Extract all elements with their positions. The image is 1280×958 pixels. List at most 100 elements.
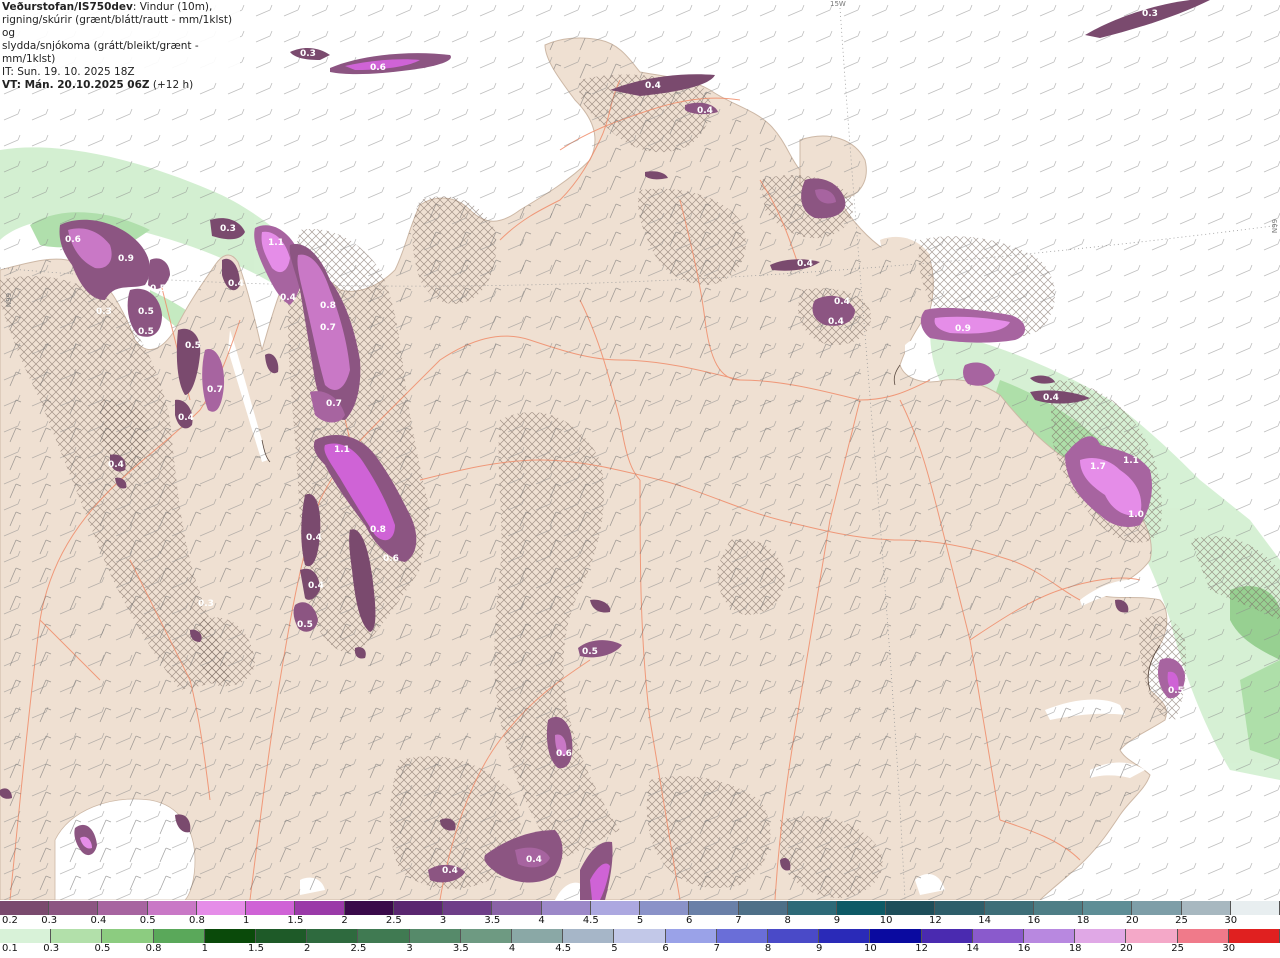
legend-label: 4 bbox=[508, 943, 516, 954]
legend-label: 4 bbox=[538, 915, 545, 926]
precip-label: 0.4 bbox=[697, 106, 713, 116]
legend-label: 6 bbox=[686, 915, 693, 926]
precip-label: 1.0 bbox=[1128, 510, 1144, 520]
precip-label: 0.6 bbox=[383, 554, 399, 564]
legend-swatch bbox=[1024, 929, 1076, 943]
legend-label: 2.5 bbox=[385, 915, 402, 926]
precip-label: 0.4 bbox=[228, 279, 244, 289]
legend-swatch bbox=[307, 929, 359, 943]
precip-label: 0.5 bbox=[150, 284, 166, 294]
legend-swatch bbox=[1083, 901, 1133, 915]
precip-label: 0.4 bbox=[828, 317, 844, 327]
legend-swatch bbox=[640, 901, 690, 915]
snow-legend-labels: 0.2 0.3 0.4 0.5 0.8 1 1.5 2 2.5 3 3.5 4 4.5 5 6 7 8 9 10 12… bbox=[0, 915, 1280, 929]
legend-label: 1 bbox=[242, 915, 250, 926]
legend-label: 0.4 bbox=[90, 915, 107, 926]
legend-label: 0.3 bbox=[41, 915, 58, 926]
legend-swatch bbox=[984, 901, 1034, 915]
legend-swatch bbox=[393, 901, 444, 915]
legend-swatch bbox=[102, 929, 154, 943]
legend-swatch bbox=[716, 929, 769, 943]
legend-label: 0.1 bbox=[2, 943, 18, 954]
legend-label: 30 bbox=[1224, 915, 1238, 926]
legend-swatch bbox=[344, 901, 394, 915]
weather-map: 0.3 0.6 0.3 0.4 0.4 0.3 0.9 0.5 0.5 0.5 … bbox=[0, 0, 1280, 900]
legend-swatch bbox=[921, 929, 973, 943]
legend-label: 7 bbox=[713, 943, 720, 954]
legend-label: 18 bbox=[1076, 915, 1090, 926]
legend-label: 9 bbox=[816, 943, 823, 954]
map-description-line: slydda/snjókoma (grátt/bleikt/grænt - mm… bbox=[2, 40, 199, 65]
legend-swatch bbox=[1230, 901, 1280, 915]
lon-label: 15W bbox=[830, 0, 846, 8]
legend-swatch bbox=[492, 901, 542, 915]
legend-label: 1.5 bbox=[248, 943, 264, 954]
precip-label: 0.7 bbox=[207, 385, 223, 395]
precip-label: 0.4 bbox=[308, 581, 324, 591]
legend-swatch bbox=[886, 901, 936, 915]
map-description: : Vindur (10m), bbox=[132, 1, 213, 13]
legend-label: 2.5 bbox=[350, 943, 367, 954]
rain-legend-bar bbox=[0, 929, 1280, 943]
forecast-offset: (+12 h) bbox=[152, 79, 194, 91]
lat-label-left: N99 bbox=[5, 292, 14, 308]
precip-label: 0.9 bbox=[118, 254, 134, 264]
legend-label: 25 bbox=[1175, 915, 1188, 926]
precip-label: 0.5 bbox=[297, 620, 313, 630]
precip-label: 0.4 bbox=[797, 259, 813, 269]
legend-label: 30 bbox=[1222, 943, 1236, 954]
legend-swatch bbox=[689, 901, 739, 915]
legend-swatch bbox=[1075, 929, 1127, 943]
legend-label: 12 bbox=[915, 943, 928, 954]
legend-label: 4.5 bbox=[555, 943, 572, 954]
legend-swatch bbox=[147, 901, 197, 915]
init-time: IT: Sun. 19. 10. 2025 18Z bbox=[2, 66, 135, 78]
legend-label: 3.5 bbox=[452, 943, 469, 954]
precip-label: 0.3 bbox=[300, 49, 316, 59]
legend-label: 2 bbox=[341, 915, 348, 926]
precip-label: 0.6 bbox=[65, 235, 81, 245]
legend-label: 6 bbox=[662, 943, 669, 954]
legend-swatch bbox=[738, 901, 788, 915]
legend-swatch bbox=[836, 901, 887, 915]
legend-swatch bbox=[1181, 901, 1231, 915]
legend-swatch bbox=[51, 929, 103, 943]
precip-label: 0.5 bbox=[582, 647, 598, 657]
legend-label: 0.2 bbox=[2, 915, 18, 926]
legend-label: 14 bbox=[966, 943, 980, 954]
legend-swatch bbox=[49, 901, 99, 915]
legend-label: 10 bbox=[864, 943, 877, 954]
legend-swatch bbox=[972, 929, 1025, 943]
map-title: Veðurstofan/IS750dev bbox=[2, 1, 133, 13]
precip-label: 1.1 bbox=[1123, 456, 1139, 466]
legend-label: 8 bbox=[784, 915, 791, 926]
legend-label: 5 bbox=[611, 943, 618, 954]
legend-label: 3.5 bbox=[484, 915, 501, 926]
legend-swatch bbox=[512, 929, 564, 943]
legend-swatch bbox=[204, 929, 257, 943]
legend-swatch bbox=[409, 929, 461, 943]
precip-label: 0.4 bbox=[306, 533, 322, 543]
precip-label: 0.5 bbox=[138, 327, 154, 337]
legend-swatch bbox=[443, 901, 493, 915]
precip-label: 0.4 bbox=[1043, 393, 1059, 403]
legend-swatch bbox=[819, 929, 871, 943]
legend-swatch bbox=[1126, 929, 1178, 943]
rain-legend-labels: 0.1 0.3 0.5 0.8 1 1.5 2 2.5 3 3.5 4 4.5 5 6 7 8 9 10 12 14 1… bbox=[0, 943, 1280, 957]
precip-label: 0.4 bbox=[442, 866, 458, 876]
precip-label: 0.8 bbox=[320, 301, 336, 311]
legend-label: 1 bbox=[201, 943, 208, 954]
legend-label: 14 bbox=[978, 915, 991, 926]
legend-label: 10 bbox=[879, 915, 893, 926]
legend-label: 20 bbox=[1125, 915, 1139, 926]
legend-label: 9 bbox=[833, 915, 841, 926]
precip-label: 0.4 bbox=[645, 81, 661, 91]
precip-label: 0.7 bbox=[320, 323, 336, 333]
precip-label: 0.4 bbox=[280, 293, 296, 303]
precip-label: 0.3 bbox=[220, 224, 236, 234]
legend-swatch bbox=[787, 901, 837, 915]
lat-label-right: N99 bbox=[1271, 218, 1280, 234]
precip-label: 0.4 bbox=[178, 413, 194, 423]
legend-label: 0.8 bbox=[145, 943, 162, 954]
legend-swatch bbox=[1132, 901, 1182, 915]
